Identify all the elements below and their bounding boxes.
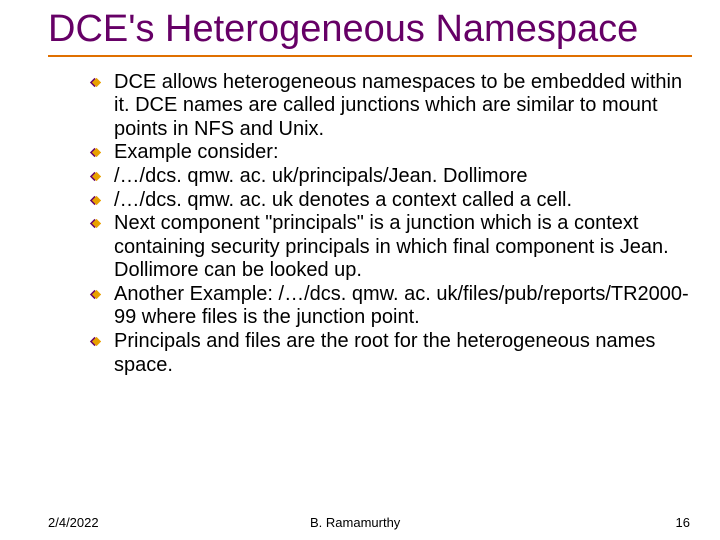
list-item: Another Example: /…/dcs. qmw. ac. uk/fil… xyxy=(88,283,692,330)
bullet-text: DCE allows heterogeneous namespaces to b… xyxy=(114,71,682,140)
list-item: DCE allows heterogeneous namespaces to b… xyxy=(88,71,692,142)
diamond-bullet-icon xyxy=(88,170,101,183)
diamond-bullet-icon xyxy=(88,76,101,89)
footer-page: 16 xyxy=(676,515,690,530)
footer-author: B. Ramamurthy xyxy=(310,515,400,530)
diamond-bullet-icon xyxy=(88,194,101,207)
slide-body: DCE allows heterogeneous namespaces to b… xyxy=(48,71,692,378)
bullet-text: Next component "principals" is a junctio… xyxy=(114,212,669,281)
list-item: /…/dcs. qmw. ac. uk/principals/Jean. Dol… xyxy=(88,165,692,189)
bullet-text: Example consider: xyxy=(114,141,279,163)
list-item: Principals and files are the root for th… xyxy=(88,330,692,377)
list-item: Example consider: xyxy=(88,141,692,165)
bullet-text: /…/dcs. qmw. ac. uk denotes a context ca… xyxy=(114,189,572,211)
slide: DCE's Heterogeneous Namespace DCE allows… xyxy=(0,0,720,540)
diamond-bullet-icon xyxy=(88,217,101,230)
footer-date: 2/4/2022 xyxy=(48,515,99,530)
diamond-bullet-icon xyxy=(88,335,101,348)
list-item: /…/dcs. qmw. ac. uk denotes a context ca… xyxy=(88,189,692,213)
bullet-list: DCE allows heterogeneous namespaces to b… xyxy=(88,71,692,378)
list-item: Next component "principals" is a junctio… xyxy=(88,212,692,283)
diamond-bullet-icon xyxy=(88,146,101,159)
slide-title: DCE's Heterogeneous Namespace xyxy=(48,8,692,57)
bullet-text: Another Example: /…/dcs. qmw. ac. uk/fil… xyxy=(114,283,689,329)
bullet-text: /…/dcs. qmw. ac. uk/principals/Jean. Dol… xyxy=(114,165,528,187)
bullet-text: Principals and files are the root for th… xyxy=(114,330,655,376)
diamond-bullet-icon xyxy=(88,288,101,301)
